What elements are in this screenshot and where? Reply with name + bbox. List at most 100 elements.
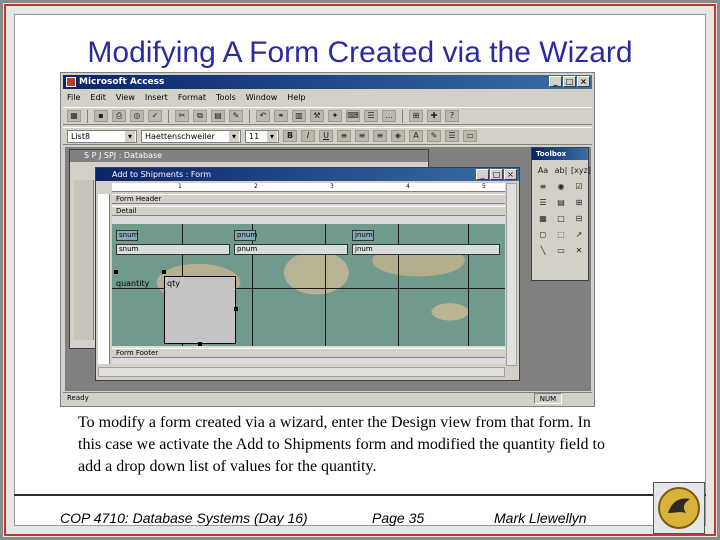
special-effect-icon[interactable]: ▭: [463, 130, 477, 142]
align-right-icon[interactable]: ≡: [373, 130, 387, 142]
toggle-tool-icon[interactable]: ≡: [535, 180, 551, 194]
line-width-icon[interactable]: ☰: [445, 130, 459, 142]
option-button-tool-icon[interactable]: ◉: [553, 180, 569, 194]
status-text: Ready: [67, 394, 89, 402]
menu-insert[interactable]: Insert: [145, 91, 168, 105]
footer-page: Page 35: [372, 510, 425, 526]
list-box-tool-icon[interactable]: ▤: [553, 196, 569, 210]
line-color-icon[interactable]: ✎: [427, 130, 441, 142]
maximize-button[interactable]: □: [563, 76, 576, 87]
menu-view[interactable]: View: [116, 91, 135, 105]
form-minimize-button[interactable]: _: [476, 169, 489, 180]
autoformat-icon[interactable]: ✦: [328, 110, 342, 122]
database-window-title: S P J SPJ : Database: [84, 151, 163, 160]
label-tool-icon[interactable]: Aa: [535, 164, 551, 178]
detail-band[interactable]: Detail: [112, 206, 505, 216]
option-group-tool-icon[interactable]: [xyz]: [571, 164, 591, 178]
line-tool-icon[interactable]: ╲: [535, 244, 551, 258]
font-size-combo[interactable]: 11: [245, 129, 279, 143]
format-painter-icon[interactable]: ✎: [229, 110, 243, 122]
toolbar-separator: [168, 109, 169, 123]
undo-icon[interactable]: ↶: [256, 110, 270, 122]
horizontal-ruler: 1 2 3 4 5: [112, 183, 505, 192]
toolbox-grid: Aa ab| [xyz] ≡ ◉ ☑ ☰ ▤ ⊞ ▦ □ ⊟ ◻ ⬚ ↗ ╲ ▭…: [532, 160, 591, 262]
command-button-tool-icon[interactable]: ⊞: [571, 196, 587, 210]
horizontal-scrollbar[interactable]: [98, 367, 505, 377]
align-center-icon[interactable]: ≡: [355, 130, 369, 142]
fill-color-icon[interactable]: ◈: [391, 130, 405, 142]
image-tool-icon[interactable]: ▦: [535, 212, 551, 226]
vertical-scrollbar[interactable]: [506, 183, 517, 366]
unbound-frame-tool-icon[interactable]: □: [553, 212, 569, 226]
menu-format[interactable]: Format: [178, 91, 206, 105]
new-object-icon[interactable]: ✚: [427, 110, 441, 122]
grid-line: [252, 224, 253, 346]
pnum-field[interactable]: pnum: [234, 244, 348, 255]
resize-handle[interactable]: [198, 342, 202, 346]
bound-frame-tool-icon[interactable]: ⊟: [571, 212, 587, 226]
menu-edit[interactable]: Edit: [90, 91, 106, 105]
checkbox-tool-icon[interactable]: ☑: [571, 180, 587, 194]
tab-control-tool-icon[interactable]: ⬚: [553, 228, 569, 242]
copy-icon[interactable]: ⧉: [193, 110, 207, 122]
code-icon[interactable]: ⌨: [346, 110, 360, 122]
bold-icon[interactable]: B: [283, 130, 297, 142]
ruler-tick: 3: [330, 183, 334, 190]
build-icon[interactable]: …: [382, 110, 396, 122]
paste-icon[interactable]: ▤: [211, 110, 225, 122]
view-icon[interactable]: ▦: [67, 110, 81, 122]
subform-tool-icon[interactable]: ↗: [571, 228, 587, 242]
form-header-label: Form Header: [116, 195, 162, 203]
resize-handle[interactable]: [162, 270, 166, 274]
snum-label[interactable]: snum: [116, 230, 138, 241]
form-window-titlebar: Add to Shipments : Form _ □ ×: [96, 168, 519, 181]
page-break-tool-icon[interactable]: ◻: [535, 228, 551, 242]
database-window-icon[interactable]: ⊞: [409, 110, 423, 122]
quantity-combo-box[interactable]: qty: [164, 276, 236, 344]
quantity-label[interactable]: quantity: [116, 279, 149, 288]
snum-field[interactable]: snum: [116, 244, 230, 255]
toolbox-title: Toolbox: [532, 148, 588, 160]
font-color-icon[interactable]: A: [409, 130, 423, 142]
form-header-band[interactable]: Form Header: [112, 194, 505, 204]
form-footer-band[interactable]: Form Footer: [112, 348, 505, 358]
more-controls-tool-icon[interactable]: ✕: [571, 244, 587, 258]
cut-icon[interactable]: ✂: [175, 110, 189, 122]
database-window-titlebar: S P J SPJ : Database: [70, 150, 428, 162]
menu-file[interactable]: File: [67, 91, 80, 105]
italic-icon[interactable]: I: [301, 130, 315, 142]
close-button[interactable]: ×: [577, 76, 590, 87]
form-design-surface[interactable]: Form Header Detail snum snum pnum pnum j…: [112, 194, 505, 364]
align-left-icon[interactable]: ≡: [337, 130, 351, 142]
hyperlink-icon[interactable]: ⚭: [274, 110, 288, 122]
form-close-button[interactable]: ×: [504, 169, 517, 180]
toolbox-icon[interactable]: ⚒: [310, 110, 324, 122]
save-icon[interactable]: ▪: [94, 110, 108, 122]
underline-icon[interactable]: U: [319, 130, 333, 142]
menu-window[interactable]: Window: [246, 91, 278, 105]
jnum-label[interactable]: jnum: [352, 230, 374, 241]
menu-bar: File Edit View Insert Format Tools Windo…: [63, 91, 592, 105]
textbox-tool-icon[interactable]: ab|: [553, 164, 569, 178]
form-maximize-button[interactable]: □: [490, 169, 503, 180]
menu-help[interactable]: Help: [287, 91, 305, 105]
resize-handle[interactable]: [234, 307, 238, 311]
resize-handle[interactable]: [114, 270, 118, 274]
form-design-toolbar: ▦ ▪ ⎙ ◎ ✓ ✂ ⧉ ▤ ✎ ↶ ⚭ ▥ ⚒ ✦ ⌨ ☰ … ⊞ ✚ ?: [63, 107, 592, 125]
rectangle-tool-icon[interactable]: ▭: [553, 244, 569, 258]
object-combo[interactable]: List8: [67, 129, 137, 143]
print-icon[interactable]: ⎙: [112, 110, 126, 122]
properties-icon[interactable]: ☰: [364, 110, 378, 122]
field-list-icon[interactable]: ▥: [292, 110, 306, 122]
font-combo[interactable]: Haettenschweiler: [141, 129, 241, 143]
jnum-field[interactable]: jnum: [352, 244, 500, 255]
combo-box-tool-icon[interactable]: ☰: [535, 196, 551, 210]
form-design-window: Add to Shipments : Form _ □ × 1 2 3 4 5 …: [95, 167, 520, 381]
minimize-button[interactable]: _: [549, 76, 562, 87]
help-icon[interactable]: ?: [445, 110, 459, 122]
menu-tools[interactable]: Tools: [216, 91, 236, 105]
pnum-label[interactable]: pnum: [234, 230, 257, 241]
mdi-workspace: S P J SPJ : Database Add to Shipments : …: [65, 147, 591, 391]
preview-icon[interactable]: ◎: [130, 110, 144, 122]
spelling-icon[interactable]: ✓: [148, 110, 162, 122]
